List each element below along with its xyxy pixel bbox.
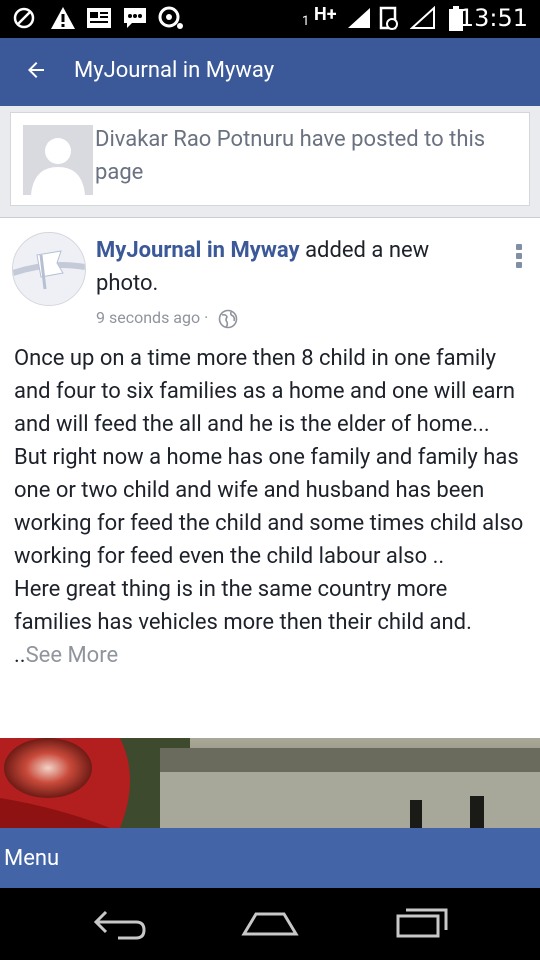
avatar[interactable]	[23, 125, 93, 195]
navigation-bar	[0, 888, 540, 960]
meta-separator: ·	[204, 308, 209, 327]
ellipsis: ..	[14, 643, 26, 668]
clock: 13:51	[458, 4, 528, 32]
post-paragraph: Here great thing is in the same country …	[14, 577, 472, 635]
page-title: MyJournal in Myway	[74, 58, 275, 83]
notification-icon	[158, 6, 183, 29]
page-avatar[interactable]	[12, 232, 86, 306]
post-timestamp[interactable]: 9 seconds ago	[96, 308, 200, 327]
signal-icon	[348, 8, 370, 28]
post-image	[0, 738, 540, 828]
post-card: MyJournal in Myway added a new photo. 9 …	[0, 218, 540, 828]
status-bar: 1 H+ 13:51	[0, 0, 540, 38]
sim-number: 1	[302, 14, 310, 29]
post-paragraph: But right now a home has one family and …	[14, 445, 524, 569]
network-type: H+	[314, 4, 337, 25]
no-sim-icon	[13, 7, 35, 29]
recent-apps-nav-icon[interactable]	[392, 904, 452, 944]
app-bar: MyJournal in Myway	[0, 38, 540, 106]
default-user-icon	[23, 125, 93, 195]
warning-icon	[51, 7, 75, 29]
post-paragraph: Once up on a time more then 8 child in o…	[14, 346, 516, 437]
messenger-icon	[124, 8, 146, 28]
post-body: Once up on a time more then 8 child in o…	[14, 342, 530, 672]
post-header: MyJournal in Myway added a new photo.	[96, 234, 496, 300]
menu-label: Menu	[4, 846, 60, 871]
globe-icon	[218, 309, 238, 329]
signal-empty-icon	[410, 6, 435, 29]
notice-text: Divakar Rao Potnuru have posted to this …	[95, 127, 486, 185]
gallery-icon	[87, 8, 111, 28]
home-nav-icon[interactable]	[240, 904, 300, 944]
page-name-link[interactable]: MyJournal in Myway	[96, 238, 300, 263]
more-options-icon[interactable]	[512, 244, 526, 270]
data-saver-icon	[379, 6, 398, 30]
arrow-left-icon[interactable]	[24, 58, 48, 82]
back-nav-icon[interactable]	[92, 904, 148, 944]
see-more-link[interactable]: See More	[26, 643, 119, 668]
post-paragraph-tail: ..See More	[14, 639, 530, 672]
menu-bar[interactable]: Menu	[0, 828, 540, 888]
post-photo[interactable]	[0, 738, 540, 828]
post-meta: 9 seconds ago ·	[96, 308, 238, 329]
notice-banner[interactable]: Divakar Rao Potnuru have posted to this …	[10, 112, 530, 206]
flag-icon	[13, 233, 85, 305]
